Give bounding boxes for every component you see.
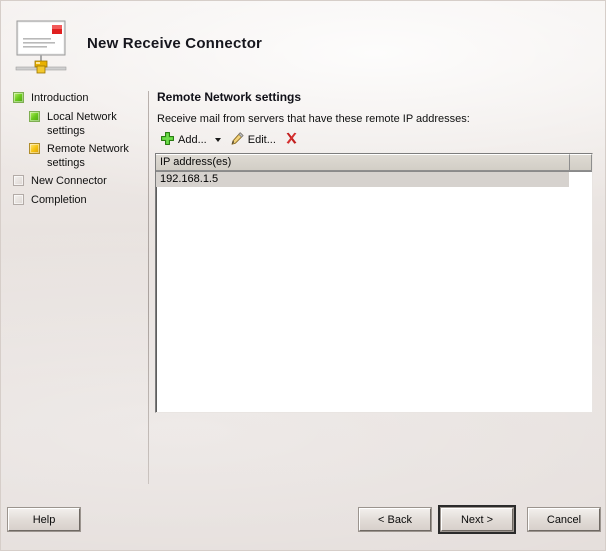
edit-button[interactable]: Edit... xyxy=(226,130,280,151)
step-status-pending-icon xyxy=(13,175,24,186)
listview-header: IP address(es) xyxy=(156,154,592,172)
add-button[interactable]: Add... xyxy=(156,130,211,151)
add-dropdown-button[interactable] xyxy=(211,130,226,151)
ip-address-listview[interactable]: IP address(es) 192.168.1.5 xyxy=(155,153,593,413)
sidebar-item-remote-network-settings[interactable]: Remote Network settings xyxy=(1,140,148,172)
plus-icon xyxy=(160,131,175,149)
sidebar-item-label: New Connector xyxy=(31,175,107,187)
step-status-done-icon xyxy=(13,92,24,103)
sidebar-item-introduction[interactable]: Introduction xyxy=(1,89,148,108)
listview-rows: 192.168.1.5 xyxy=(156,172,592,187)
column-header-gutter xyxy=(570,154,592,171)
edit-button-label: Edit... xyxy=(247,134,276,146)
table-row[interactable]: 192.168.1.5 xyxy=(156,172,569,187)
page-title: New Receive Connector xyxy=(87,35,263,52)
content-panel: Remote Network settings Receive mail fro… xyxy=(149,89,605,484)
delete-button[interactable] xyxy=(280,130,303,151)
sidebar-item-local-network-settings[interactable]: Local Network settings xyxy=(1,108,148,140)
wizard-footer: Help < Back Next > Cancel xyxy=(1,492,605,550)
wizard-header: New Receive Connector xyxy=(1,1,605,89)
step-status-done-icon xyxy=(29,111,40,122)
list-toolbar: Add... Edit... xyxy=(156,130,303,150)
sidebar-item-label: Introduction xyxy=(31,92,89,104)
help-button[interactable]: Help xyxy=(8,508,80,531)
sidebar-item-label: Remote Network settings xyxy=(47,143,129,169)
sidebar-item-label: Completion xyxy=(31,194,87,206)
next-button[interactable]: Next > xyxy=(441,508,513,531)
red-x-icon xyxy=(284,131,299,149)
sidebar-item-new-connector[interactable]: New Connector xyxy=(1,172,148,191)
wizard-steps-sidebar: Introduction Local Network settings Remo… xyxy=(1,89,148,484)
step-status-pending-icon xyxy=(13,194,24,205)
section-title: Remote Network settings xyxy=(157,90,302,104)
wizard-window: New Receive Connector Introduction Local… xyxy=(0,0,606,551)
step-status-current-icon xyxy=(29,143,40,154)
cancel-button[interactable]: Cancel xyxy=(528,508,600,531)
back-button[interactable]: < Back xyxy=(359,508,431,531)
pencil-icon xyxy=(230,131,245,149)
sidebar-item-completion[interactable]: Completion xyxy=(1,191,148,210)
instruction-text: Receive mail from servers that have thes… xyxy=(157,113,470,125)
receive-connector-icon xyxy=(11,15,73,77)
sidebar-item-label: Local Network settings xyxy=(47,111,117,137)
add-button-label: Add... xyxy=(178,134,207,146)
chevron-down-icon xyxy=(215,138,222,142)
column-header-ip-address[interactable]: IP address(es) xyxy=(156,154,571,171)
